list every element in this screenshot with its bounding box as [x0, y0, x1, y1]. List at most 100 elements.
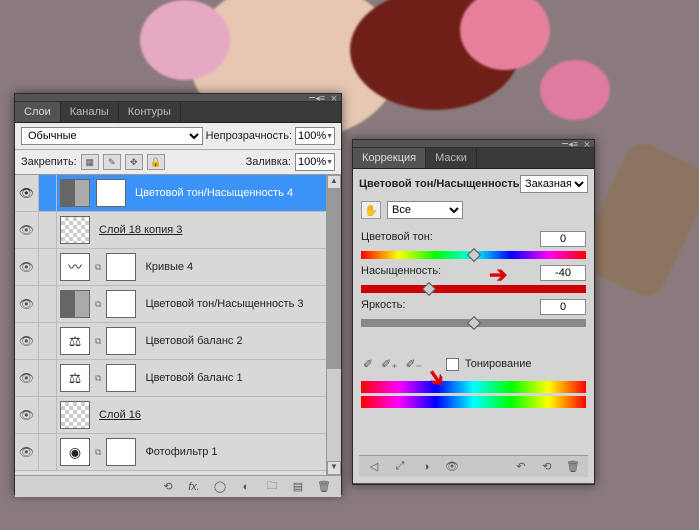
mask-thumbnail[interactable]	[106, 438, 136, 466]
targeted-adjust-icon[interactable]: ✋	[361, 201, 381, 219]
layer-thumbnail[interactable]	[60, 179, 90, 207]
link-col	[39, 397, 57, 433]
tab-Каналы[interactable]: Каналы	[61, 102, 119, 122]
mask-thumbnail[interactable]	[106, 327, 136, 355]
trash-icon[interactable]: 🗑	[564, 459, 582, 475]
visibility-icon[interactable]: 👁	[15, 212, 39, 248]
mask-thumbnail[interactable]	[96, 179, 126, 207]
hue-value[interactable]	[540, 231, 586, 247]
mask-thumbnail[interactable]	[106, 290, 136, 318]
layer-row[interactable]: 👁〰⧉Кривые 4	[15, 249, 341, 286]
mask-thumbnail[interactable]	[106, 364, 136, 392]
visibility-icon[interactable]: 👁	[15, 360, 39, 396]
lock-all-icon[interactable]: 🔒	[147, 154, 165, 170]
layer-thumbnail[interactable]: ◉	[60, 438, 90, 466]
reset-icon[interactable]: ⟲	[538, 459, 556, 475]
scroll-up-icon[interactable]: ▲	[327, 175, 341, 189]
layer-name[interactable]: Фотофильтр 1	[139, 446, 341, 458]
previous-state-icon[interactable]: ↶	[512, 459, 530, 475]
scroll-down-icon[interactable]: ▼	[327, 461, 341, 475]
slider-knob[interactable]	[466, 248, 480, 262]
layer-row[interactable]: 👁 Цветовой тон/Насыщенность 4	[15, 175, 341, 212]
link-layers-icon[interactable]: ⟲	[159, 479, 177, 495]
lock-transparency-icon[interactable]: ▦	[81, 154, 99, 170]
new-group-icon[interactable]: 🗀	[263, 479, 281, 495]
close-icon[interactable]: ×	[331, 93, 337, 105]
toggle-visibility-icon[interactable]: 👁	[443, 459, 461, 475]
clip-mask-icon[interactable]: ◑	[417, 459, 435, 475]
lock-position-icon[interactable]: ✥	[125, 154, 143, 170]
layer-row[interactable]: 👁◉⧉Фотофильтр 1	[15, 434, 341, 471]
tab-Коррекция[interactable]: Коррекция	[353, 148, 426, 168]
trash-icon[interactable]: 🗑	[315, 479, 333, 495]
layer-row[interactable]: 👁 Слой 16	[15, 397, 341, 434]
lightness-slider[interactable]	[361, 319, 586, 327]
layer-row[interactable]: 👁 Слой 18 копия 3	[15, 212, 341, 249]
saturation-slider[interactable]	[361, 285, 586, 293]
close-icon[interactable]: ×	[584, 139, 590, 151]
eyedropper-subtract-icon[interactable]: ✐₋	[405, 357, 421, 371]
fx-icon[interactable]: fx.	[185, 479, 203, 495]
lock-label: Закрепить:	[21, 156, 77, 168]
layer-name[interactable]: Цветовой баланс 2	[139, 335, 341, 347]
layer-thumbnail[interactable]: ⚖	[60, 327, 90, 355]
eyedropper-icon[interactable]: ✐	[363, 357, 373, 371]
new-layer-icon[interactable]: ▤	[289, 479, 307, 495]
lightness-value[interactable]	[540, 299, 586, 315]
panel-menu-icon[interactable]: ◂≡	[568, 139, 578, 150]
corrections-body: Цветовой тон/Насыщенность Заказная ✋ Все…	[353, 169, 594, 483]
annotation-arrow-icon: ➔	[489, 262, 507, 288]
chevron-down-icon: ▼	[326, 133, 333, 140]
add-mask-icon[interactable]: ◯	[211, 479, 229, 495]
layer-name[interactable]: Цветовой тон/Насыщенность 4	[129, 187, 341, 199]
layer-row[interactable]: 👁⚖⧉Цветовой баланс 2	[15, 323, 341, 360]
lightness-label: Яркость:	[361, 299, 405, 315]
tab-Маски[interactable]: Маски	[426, 148, 477, 168]
bg-photo-flower1	[140, 0, 230, 80]
fill-field[interactable]: 100%▼	[295, 153, 335, 171]
expand-icon[interactable]: ⤢	[391, 459, 409, 475]
lock-pixels-icon[interactable]: ✎	[103, 154, 121, 170]
tab-Контуры[interactable]: Контуры	[119, 102, 181, 122]
visibility-icon[interactable]: 👁	[15, 286, 39, 322]
visibility-icon[interactable]: 👁	[15, 175, 39, 211]
colorize-checkbox[interactable]	[446, 358, 459, 371]
slider-knob[interactable]	[421, 282, 435, 296]
layer-thumbnail[interactable]	[60, 401, 90, 429]
tab-Слои[interactable]: Слои	[15, 102, 61, 122]
layer-thumbnail[interactable]: 〰	[60, 253, 90, 281]
new-adjustment-icon[interactable]: ◐	[237, 479, 255, 495]
layer-name[interactable]: Цветовой баланс 1	[139, 372, 341, 384]
layer-name[interactable]: Слой 18 копия 3	[93, 224, 341, 236]
scrollbar[interactable]: ▲ ▼	[326, 175, 341, 475]
panel-drag-bar[interactable]: ◂≡ ×	[353, 140, 594, 148]
saturation-value[interactable]	[540, 265, 586, 281]
panel-drag-bar[interactable]: ◂≡ ×	[15, 94, 341, 102]
nav-left-icon[interactable]: ◁	[365, 459, 383, 475]
layer-name[interactable]: Слой 16	[93, 409, 341, 421]
panel-menu-icon[interactable]: ◂≡	[315, 93, 325, 104]
layer-thumbnail[interactable]	[60, 216, 90, 244]
blend-mode-select[interactable]: Обычные	[21, 127, 203, 145]
mask-thumbnail[interactable]	[106, 253, 136, 281]
hue-slider[interactable]	[361, 251, 586, 259]
chevron-down-icon: ▼	[326, 159, 333, 166]
visibility-icon[interactable]: 👁	[15, 397, 39, 433]
scrollbar-thumb[interactable]	[327, 189, 341, 369]
preset-select[interactable]: Заказная	[520, 175, 588, 193]
colorize-row: ✐ ✐₊ ✐₋ Тонирование	[359, 357, 588, 371]
layer-thumbnail[interactable]	[60, 290, 90, 318]
layer-row[interactable]: 👁⚖⧉Цветовой баланс 1	[15, 360, 341, 397]
opacity-field[interactable]: 100%▼	[295, 127, 335, 145]
layer-thumbnail[interactable]: ⚖	[60, 364, 90, 392]
eyedropper-add-icon[interactable]: ✐₊	[381, 357, 397, 371]
hue-label: Цветовой тон:	[361, 231, 433, 247]
layer-row[interactable]: 👁⧉Цветовой тон/Насыщенность 3	[15, 286, 341, 323]
slider-knob[interactable]	[466, 316, 480, 330]
channel-select[interactable]: Все	[387, 201, 463, 219]
layer-name[interactable]: Цветовой тон/Насыщенность 3	[139, 298, 341, 310]
visibility-icon[interactable]: 👁	[15, 249, 39, 285]
visibility-icon[interactable]: 👁	[15, 323, 39, 359]
layer-name[interactable]: Кривые 4	[139, 261, 341, 273]
visibility-icon[interactable]: 👁	[15, 434, 39, 470]
